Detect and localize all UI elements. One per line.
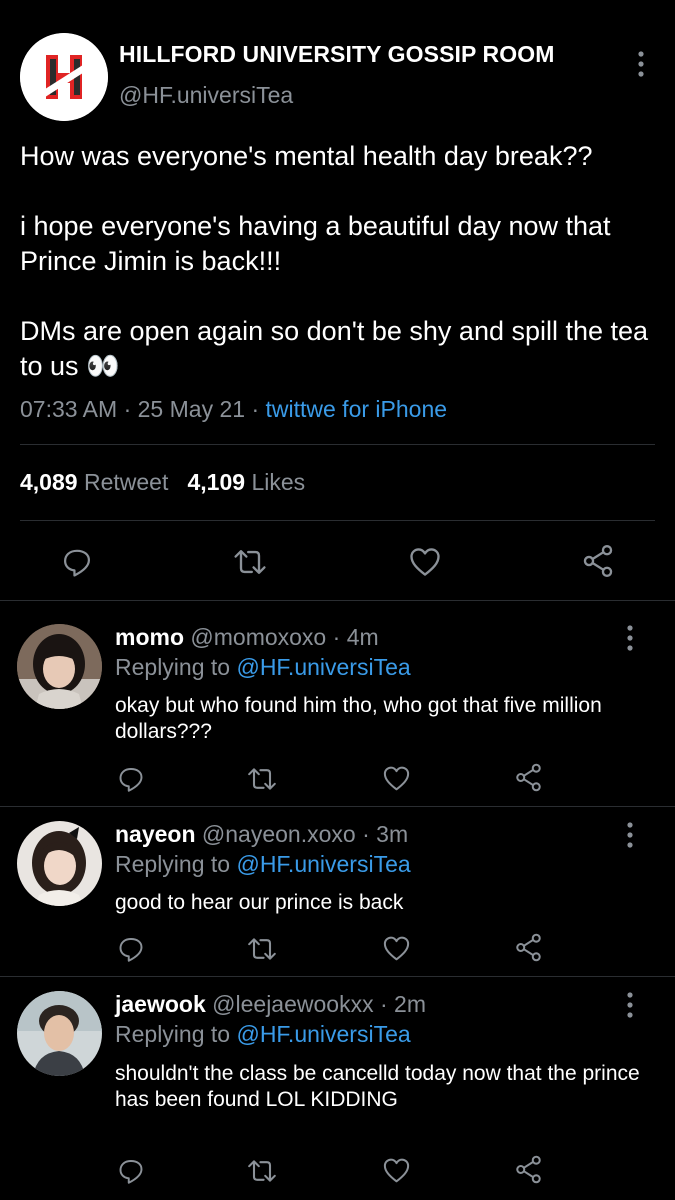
reply-time: 2m (394, 991, 426, 1017)
reply-username[interactable]: jaewook (115, 991, 206, 1017)
tweet-date: 25 May 21 (137, 396, 246, 422)
account-handle[interactable]: @HF.universiTea (119, 82, 293, 109)
more-vertical-icon[interactable] (631, 50, 651, 78)
tweet-meta: 07:33 AM · 25 May 21 · twittwe for iPhon… (20, 396, 447, 423)
hillford-logo-icon (20, 33, 108, 121)
replying-to: Replying to @HF.universiTea (115, 654, 411, 681)
divider (0, 600, 675, 601)
tweet-stats: 4,089 Retweet 4,109 Likes (20, 469, 305, 496)
reply-header: momo @momoxoxo · 4m (115, 624, 379, 651)
avatar[interactable] (17, 624, 102, 709)
retweet-icon[interactable] (246, 763, 278, 795)
divider (20, 520, 655, 521)
replying-to: Replying to @HF.universiTea (115, 851, 411, 878)
share-icon[interactable] (513, 1154, 544, 1185)
divider (0, 976, 675, 977)
retweet-icon[interactable] (232, 544, 268, 580)
comment-icon[interactable] (60, 544, 94, 578)
replying-to-label: Replying to (115, 851, 231, 877)
tweet-time: 07:33 AM (20, 396, 118, 422)
heart-icon[interactable] (407, 544, 443, 580)
share-icon[interactable] (513, 932, 544, 963)
replying-to-link[interactable]: @HF.universiTea (236, 1021, 410, 1047)
retweet-count: 4,089 (20, 469, 78, 495)
comment-icon[interactable] (116, 1155, 146, 1185)
likes-stat[interactable]: 4,109 Likes (188, 469, 306, 495)
comment-icon[interactable] (116, 933, 146, 963)
comment-icon[interactable] (116, 763, 146, 793)
reply-username[interactable]: momo (115, 624, 184, 650)
retweet-icon[interactable] (246, 1155, 278, 1187)
reply-time: 4m (346, 624, 379, 650)
tweet-text: How was everyone's mental health day bre… (20, 141, 649, 381)
replying-to: Replying to @HF.universiTea (115, 1021, 411, 1048)
account-name[interactable]: HILLFORD UNIVERSITY GOSSIP ROOM (119, 41, 554, 68)
user-photo-icon (17, 821, 102, 906)
reply-handle[interactable]: @nayeon.xoxo (202, 821, 356, 847)
share-icon[interactable] (513, 762, 544, 793)
reply-separator: · (362, 821, 370, 847)
replying-to-label: Replying to (115, 1021, 231, 1047)
divider (0, 806, 675, 807)
reply-text: okay but who found him tho, who got that… (115, 694, 602, 743)
reply-handle[interactable]: @leejaewookxx (212, 991, 373, 1017)
tweet-source-link[interactable]: twittwe for iPhone (266, 396, 448, 422)
user-photo-icon (17, 624, 102, 709)
share-icon[interactable] (580, 543, 616, 579)
heart-icon[interactable] (381, 763, 412, 794)
reply-header: nayeon @nayeon.xoxo · 3m (115, 821, 408, 848)
replying-to-label: Replying to (115, 654, 231, 680)
reply-text: shouldn't the class be cancelld today no… (115, 1062, 640, 1111)
reply-header: jaewook @leejaewookxx · 2m (115, 991, 426, 1018)
replying-to-link[interactable]: @HF.universiTea (236, 851, 410, 877)
divider (20, 444, 655, 445)
user-photo-icon (17, 991, 102, 1076)
reply-time: 3m (376, 821, 409, 847)
avatar[interactable] (17, 821, 102, 906)
reply-username[interactable]: nayeon (115, 821, 196, 847)
retweet-stat[interactable]: 4,089 Retweet (20, 469, 168, 495)
avatar[interactable] (17, 991, 102, 1076)
retweet-icon[interactable] (246, 933, 278, 965)
retweet-label: Retweet (83, 469, 169, 495)
account-avatar[interactable] (20, 33, 108, 121)
heart-icon[interactable] (381, 1155, 412, 1186)
likes-count: 4,109 (187, 469, 246, 495)
meta-separator: · (251, 396, 260, 422)
more-vertical-icon[interactable] (620, 821, 640, 849)
more-vertical-icon[interactable] (620, 991, 640, 1019)
reply-separator: · (332, 624, 341, 650)
reply-separator: · (379, 991, 388, 1017)
likes-label: Likes (251, 469, 306, 495)
reply-text: good to hear our prince is back (115, 891, 404, 914)
meta-separator: · (123, 396, 132, 422)
heart-icon[interactable] (381, 933, 412, 964)
replying-to-link[interactable]: @HF.universiTea (236, 654, 410, 680)
reply-handle[interactable]: @momoxoxo (190, 624, 326, 650)
more-vertical-icon[interactable] (620, 624, 640, 652)
